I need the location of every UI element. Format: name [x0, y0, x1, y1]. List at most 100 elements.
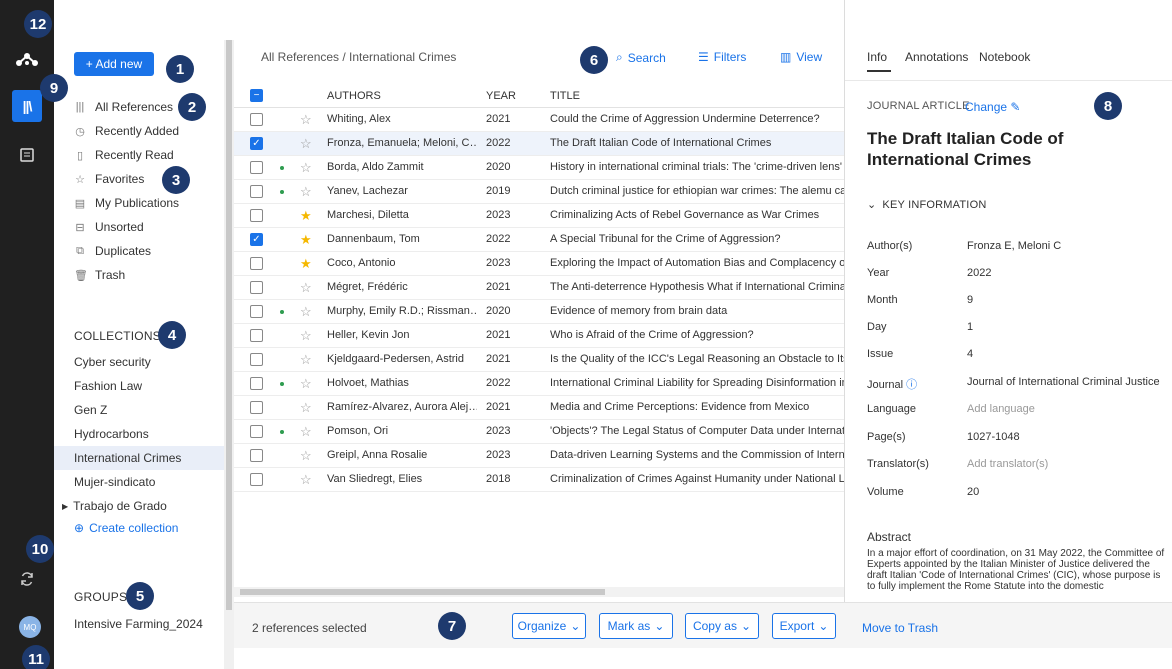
tab-info[interactable]: Info: [867, 50, 887, 64]
table-row[interactable]: ☆ Pomson, Ori 2023 'Objects'? The Legal Sta…: [234, 420, 844, 444]
favorite-star-icon[interactable]: ☆: [300, 160, 312, 176]
export-button[interactable]: Export ⌄: [772, 613, 836, 639]
table-row[interactable]: ✓ ☆ Fronza, Emanuela; Meloni, C… 2022 The Dr…: [234, 132, 844, 156]
nav-recently-read[interactable]: ▯ Recently Read: [74, 145, 174, 165]
table-row[interactable]: ☆ Kjeldgaard-Pedersen, Astrid 2021 Is the Q…: [234, 348, 844, 372]
field-value[interactable]: Fronza E, Meloni C: [967, 240, 1061, 252]
row-checkbox[interactable]: [250, 377, 263, 390]
favorite-star-icon[interactable]: ☆: [300, 376, 312, 392]
favorite-star-icon[interactable]: ★: [300, 232, 312, 248]
favorite-star-icon[interactable]: ☆: [300, 136, 312, 152]
nav-my-publications[interactable]: ▤ My Publications: [74, 193, 179, 213]
nav-duplicates[interactable]: ⧉ Duplicates: [74, 241, 151, 261]
favorite-star-icon[interactable]: ☆: [300, 280, 312, 296]
copy-as-button[interactable]: Copy as ⌄: [685, 613, 759, 639]
row-checkbox[interactable]: [250, 305, 263, 318]
create-collection-link[interactable]: ⊕ Create collection: [74, 521, 178, 535]
user-avatar[interactable]: MQ: [19, 616, 41, 638]
table-row[interactable]: ☆ Heller, Kevin Jon 2021 Who is Afraid of t…: [234, 324, 844, 348]
field-value[interactable]: 9: [967, 294, 973, 306]
table-row[interactable]: ★ Marchesi, Diletta 2023 Criminalizing Acts…: [234, 204, 844, 228]
move-to-trash-link[interactable]: Move to Trash: [862, 621, 938, 635]
row-checkbox[interactable]: [250, 353, 263, 366]
table-row[interactable]: ☆ Ramírez-Alvarez, Aurora Alej… 2021 Media …: [234, 396, 844, 420]
mark-as-button[interactable]: Mark as ⌄: [599, 613, 673, 639]
column-year[interactable]: YEAR: [486, 90, 516, 102]
collection-item[interactable]: Cyber security: [74, 352, 151, 372]
row-checkbox[interactable]: [250, 113, 263, 126]
notebook-nav-icon[interactable]: [12, 140, 42, 170]
table-row[interactable]: ☆ Mégret, Frédéric 2021 The Anti-deterrence…: [234, 276, 844, 300]
mendeley-logo-icon[interactable]: [12, 44, 42, 74]
row-checkbox[interactable]: [250, 449, 263, 462]
collection-item[interactable]: Hydrocarbons: [74, 424, 149, 444]
favorite-star-icon[interactable]: ☆: [300, 400, 312, 416]
table-row[interactable]: ✓ ★ Dannenbaum, Tom 2022 A Special Tribunal …: [234, 228, 844, 252]
table-row[interactable]: ☆ Greipl, Anna Rosalie 2023 Data-driven Lea…: [234, 444, 844, 468]
row-checkbox[interactable]: [250, 401, 263, 414]
reference-title[interactable]: The Draft Italian Code of International …: [867, 128, 1147, 170]
table-row[interactable]: ★ Coco, Antonio 2023 Exploring the Impact o…: [234, 252, 844, 276]
tab-notebook[interactable]: Notebook: [979, 50, 1030, 64]
tab-annotations[interactable]: Annotations: [905, 50, 968, 64]
row-checkbox[interactable]: [250, 473, 263, 486]
search-button[interactable]: ⌕ Search: [616, 50, 666, 65]
sync-icon[interactable]: [12, 564, 42, 594]
collection-item[interactable]: Mujer-sindicato: [74, 472, 155, 492]
field-value[interactable]: 1: [967, 321, 973, 333]
field-value[interactable]: 4: [967, 348, 973, 360]
favorite-star-icon[interactable]: ☆: [300, 352, 312, 368]
favorite-star-icon[interactable]: ☆: [300, 304, 312, 320]
collection-item[interactable]: Fashion Law: [74, 376, 142, 396]
nav-favorites[interactable]: ☆ Favorites: [74, 169, 144, 189]
row-checkbox[interactable]: [250, 329, 263, 342]
field-value[interactable]: Add language: [967, 403, 1035, 415]
favorite-star-icon[interactable]: ☆: [300, 328, 312, 344]
group-item[interactable]: Intensive Farming_2024: [74, 614, 203, 634]
sidebar-scroll-thumb[interactable]: [226, 40, 232, 610]
table-row[interactable]: ☆ Holvoet, Mathias 2022 International Crimi…: [234, 372, 844, 396]
table-row[interactable]: ☆ Borda, Aldo Zammit 2020 History in intern…: [234, 156, 844, 180]
favorite-star-icon[interactable]: ☆: [300, 472, 312, 488]
row-checkbox[interactable]: [250, 161, 263, 174]
row-checkbox[interactable]: [250, 209, 263, 222]
table-row[interactable]: ☆ Van Sliedregt, Elies 2018 Criminalization…: [234, 468, 844, 492]
row-checkbox[interactable]: [250, 185, 263, 198]
favorite-star-icon[interactable]: ☆: [300, 448, 312, 464]
favorite-star-icon[interactable]: ☆: [300, 184, 312, 200]
favorite-star-icon[interactable]: ☆: [300, 424, 312, 440]
favorite-star-icon[interactable]: ★: [300, 256, 312, 272]
favorite-star-icon[interactable]: ★: [300, 208, 312, 224]
filters-button[interactable]: ☰ Filters: [698, 50, 746, 64]
sidebar-scrollbar[interactable]: [224, 40, 234, 669]
library-nav-button[interactable]: ||\: [12, 90, 42, 122]
nav-all-references[interactable]: ||| All References: [74, 97, 173, 117]
row-checkbox[interactable]: ✓: [250, 233, 263, 246]
view-button[interactable]: ▥ View: [780, 50, 822, 64]
collection-item-expandable[interactable]: ▶ Trabajo de Grado: [62, 496, 167, 516]
row-checkbox[interactable]: ✓: [250, 137, 263, 150]
field-value[interactable]: Journal of International Criminal Justic…: [967, 376, 1160, 388]
organize-button[interactable]: Organize ⌄: [512, 613, 586, 639]
field-value[interactable]: 20: [967, 486, 979, 498]
row-checkbox[interactable]: [250, 281, 263, 294]
select-all-checkbox[interactable]: −: [250, 89, 263, 102]
row-checkbox[interactable]: [250, 425, 263, 438]
nav-trash[interactable]: 🗑 Trash: [74, 265, 125, 285]
nav-recently-added[interactable]: ◷ Recently Added: [74, 121, 179, 141]
change-type-link[interactable]: Change ✎: [965, 100, 1020, 114]
abstract-text[interactable]: In a major effort of coordination, on 31…: [867, 548, 1167, 598]
table-row[interactable]: ☆ Yanev, Lachezar 2019 Dutch criminal justi…: [234, 180, 844, 204]
collection-item-active[interactable]: International Crimes: [74, 448, 181, 468]
field-value[interactable]: 2022: [967, 267, 991, 279]
add-new-button[interactable]: + Add new: [74, 52, 154, 76]
horizontal-scrollbar[interactable]: [234, 587, 844, 597]
key-information-toggle[interactable]: ⌄ KEY INFORMATION: [867, 198, 986, 211]
collection-item[interactable]: Gen Z: [74, 400, 107, 420]
column-title[interactable]: TITLE: [550, 90, 580, 102]
field-value[interactable]: 1027-1048: [967, 431, 1020, 443]
table-row[interactable]: ☆ Whiting, Alex 2021 Could the Crime of Agg…: [234, 108, 844, 132]
table-row[interactable]: ☆ Murphy, Emily R.D.; Rissman… 2020 Evidenc…: [234, 300, 844, 324]
horizontal-scroll-thumb[interactable]: [240, 589, 605, 595]
field-value[interactable]: Add translator(s): [967, 458, 1048, 470]
